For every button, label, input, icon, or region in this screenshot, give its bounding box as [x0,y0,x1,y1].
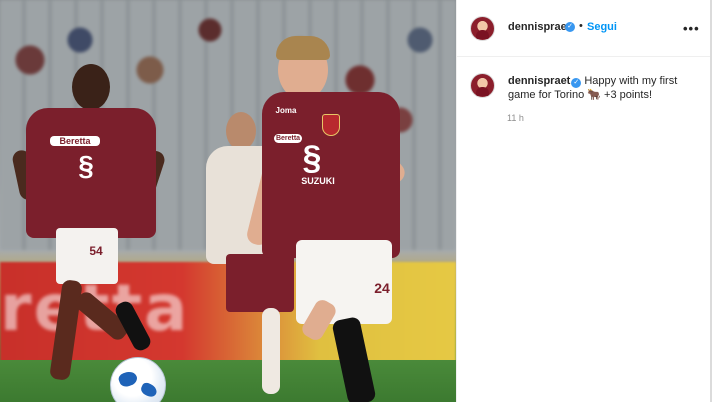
post-side-panel: dennispraet ✓ • Segui ••• dennispraet ✓ Ha… [456,0,711,402]
header-separator: • [579,20,583,32]
post-caption: dennispraet ✓ Happy with my first game for… [508,74,698,102]
avatar[interactable] [470,16,495,41]
more-options-icon[interactable]: ••• [683,21,700,36]
post-timestamp[interactable]: 11 h [507,113,524,123]
caption-username[interactable]: dennispraet [508,75,570,87]
shorts-number-main: 24 [374,280,390,296]
shorts-number-left: 54 [89,244,103,258]
suzuki-text-main: SUZUKI [301,176,335,186]
post-header: dennispraet ✓ • Segui ••• [457,0,711,57]
post-photo[interactable]: retta Beretta § 54 Joma Beretta § SUZUKI… [0,0,456,402]
follow-button[interactable]: Segui [587,21,617,33]
sponsor-top-left: Beretta [50,136,100,146]
torino-crest-icon [322,114,340,136]
caption-avatar[interactable] [470,73,495,98]
verified-badge-icon: ✓ [565,22,575,32]
header-username[interactable]: dennispraet [508,21,570,33]
kit-brand-label: Joma [275,106,297,115]
suzuki-logo-left: § [78,150,94,181]
caption-verified-badge-icon: ✓ [571,78,582,88]
suzuki-logo-main: § [302,139,322,177]
